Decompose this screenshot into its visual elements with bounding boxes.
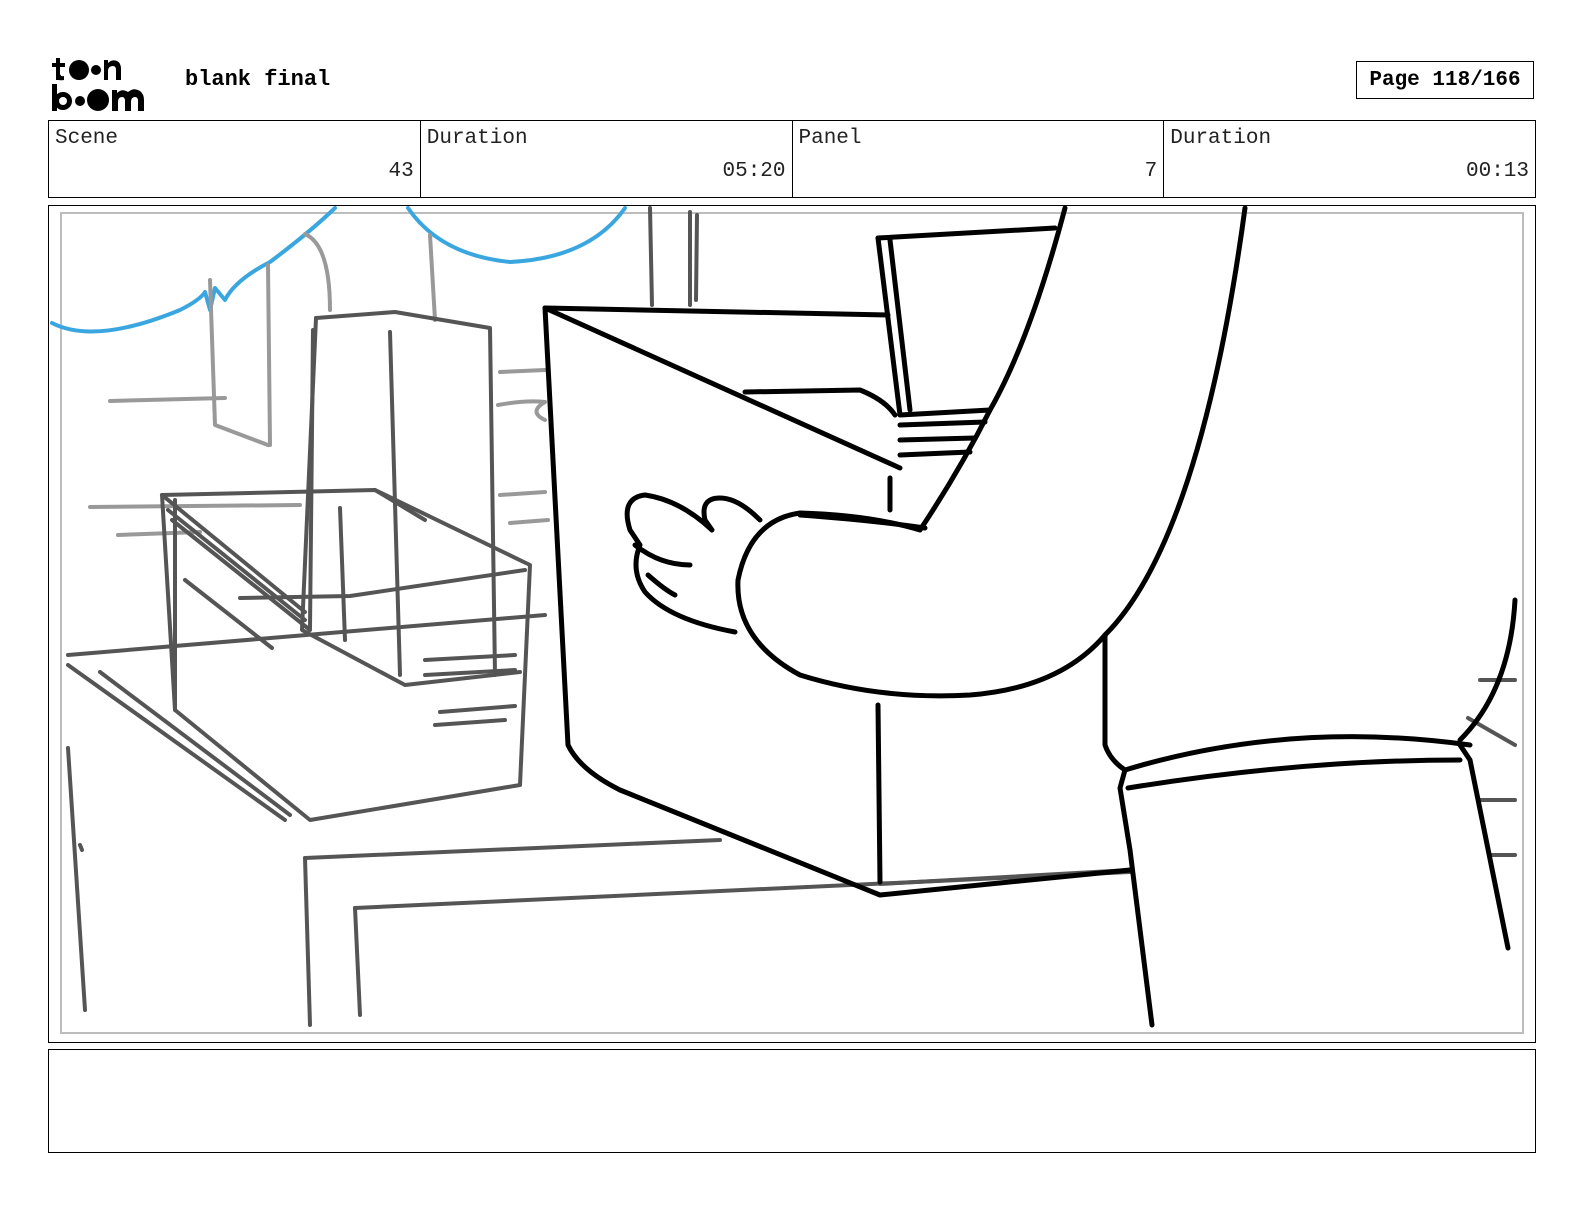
cloud-outline — [50, 206, 627, 334]
toon-boom-logo — [52, 58, 144, 111]
panel-cell: Panel 7 — [791, 121, 1164, 197]
character-holding-box — [542, 206, 1518, 1028]
panel-value: 7 — [1144, 160, 1158, 183]
scene-label: Scene — [55, 127, 119, 150]
panel-duration-cell: Duration 00:13 — [1163, 121, 1535, 197]
document-title: blank final — [185, 67, 331, 92]
panel-duration-label: Duration — [1170, 127, 1272, 150]
counter-and-box-sketch — [66, 206, 1517, 1027]
scene-duration-value: 05:20 — [722, 160, 786, 183]
page-number-badge: Page 118/166 — [1356, 61, 1534, 99]
panel-info-row: Scene 43 Duration 05:20 Panel 7 Duration… — [48, 120, 1536, 198]
panel-sketch — [50, 206, 1518, 1028]
panel-label: Panel — [798, 127, 862, 150]
panel-duration-value: 00:13 — [1465, 160, 1529, 183]
scene-cell: Scene 43 — [49, 121, 420, 197]
scene-value: 43 — [388, 160, 414, 183]
panel-notes-box — [48, 1049, 1536, 1153]
storyboard-page: blank final Page 118/166 Scene 43 Durati… — [0, 0, 1584, 1224]
scene-duration-label: Duration — [426, 127, 528, 150]
scene-duration-cell: Duration 05:20 — [419, 121, 792, 197]
